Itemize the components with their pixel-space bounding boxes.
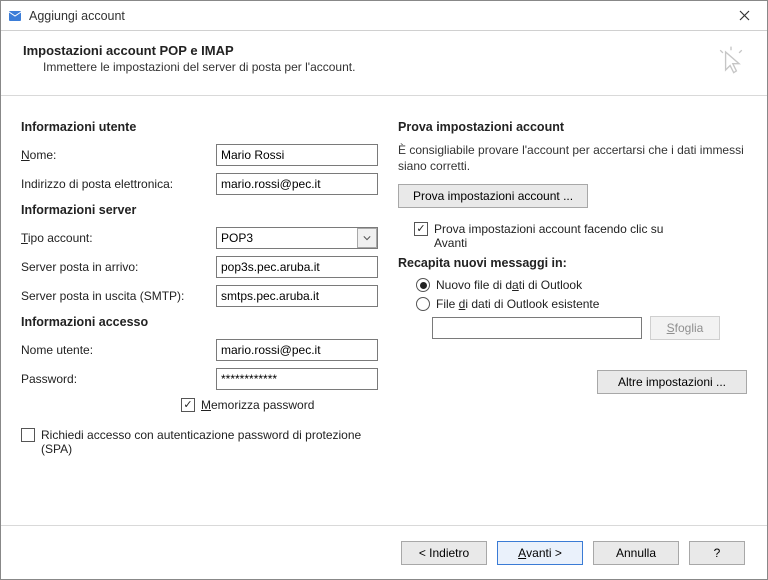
titlebar: Aggiungi account (1, 1, 767, 31)
header-title: Impostazioni account POP e IMAP (23, 43, 713, 58)
header-subtitle: Immettere le impostazioni del server di … (43, 60, 713, 74)
radio-existing-data-file[interactable] (416, 297, 430, 311)
close-icon (739, 10, 750, 21)
dialog-body: Informazioni utente Nome: Indirizzo di p… (1, 96, 767, 525)
radio-new-label: Nuovo file di dati di Outlook (436, 278, 582, 292)
incoming-server-input[interactable] (216, 256, 378, 278)
email-input[interactable] (216, 173, 378, 195)
radio-new-data-file[interactable] (416, 278, 430, 292)
test-settings-button[interactable]: Prova impostazioni account ... (398, 184, 588, 208)
label-outgoing-server: Server posta in uscita (SMTP): (21, 289, 216, 303)
section-user-info: Informazioni utente (21, 120, 378, 134)
auto-test-label: Prova impostazioni account facendo clic … (434, 222, 694, 250)
password-input[interactable] (216, 368, 378, 390)
section-server-info: Informazioni server (21, 203, 378, 217)
section-test-title: Prova impostazioni account (398, 120, 747, 134)
dialog-header: Impostazioni account POP e IMAP Immetter… (1, 31, 767, 96)
left-column: Informazioni utente Nome: Indirizzo di p… (21, 114, 378, 517)
spa-label: Richiedi accesso con autenticazione pass… (41, 428, 378, 456)
test-description: È consigliabile provare l'account per ac… (398, 142, 747, 174)
back-button[interactable]: < Indietro (401, 541, 487, 565)
label-email: Indirizzo di posta elettronica: (21, 177, 216, 191)
browse-button: Sfoglia (650, 316, 720, 340)
chevron-down-icon (363, 234, 371, 242)
label-password: Password: (21, 372, 216, 386)
outgoing-server-input[interactable] (216, 285, 378, 307)
help-button[interactable]: ? (689, 541, 745, 565)
window-title: Aggiungi account (29, 9, 721, 23)
remember-password-label: Memorizza password (201, 398, 314, 412)
more-settings-button[interactable]: Altre impostazioni ... (597, 370, 747, 394)
section-deliver-title: Recapita nuovi messaggi in: (398, 256, 747, 270)
label-incoming-server: Server posta in arrivo: (21, 260, 216, 274)
account-type-dropdown-button[interactable] (357, 228, 377, 248)
add-account-dialog: Aggiungi account Impostazioni account PO… (0, 0, 768, 580)
label-username: Nome utente: (21, 343, 216, 357)
cancel-button[interactable]: Annulla (593, 541, 679, 565)
account-type-select[interactable] (216, 227, 378, 249)
right-column: Prova impostazioni account È consigliabi… (398, 114, 747, 517)
name-input[interactable] (216, 144, 378, 166)
close-button[interactable] (721, 1, 767, 31)
username-input[interactable] (216, 339, 378, 361)
next-button[interactable]: Avanti > (497, 541, 583, 565)
cursor-icon (713, 43, 749, 79)
radio-existing-label: File di dati di Outlook esistente (436, 297, 599, 311)
dialog-footer: < Indietro Avanti > Annulla ? (1, 525, 767, 579)
account-type-value[interactable] (216, 227, 378, 249)
spa-checkbox[interactable] (21, 428, 35, 442)
section-access-info: Informazioni accesso (21, 315, 378, 329)
label-account-type: Tipo account: (21, 231, 216, 245)
remember-password-checkbox[interactable] (181, 398, 195, 412)
label-name: Nome: (21, 148, 216, 162)
auto-test-checkbox[interactable] (414, 222, 428, 236)
existing-file-path-input (432, 317, 642, 339)
app-icon (7, 8, 23, 24)
